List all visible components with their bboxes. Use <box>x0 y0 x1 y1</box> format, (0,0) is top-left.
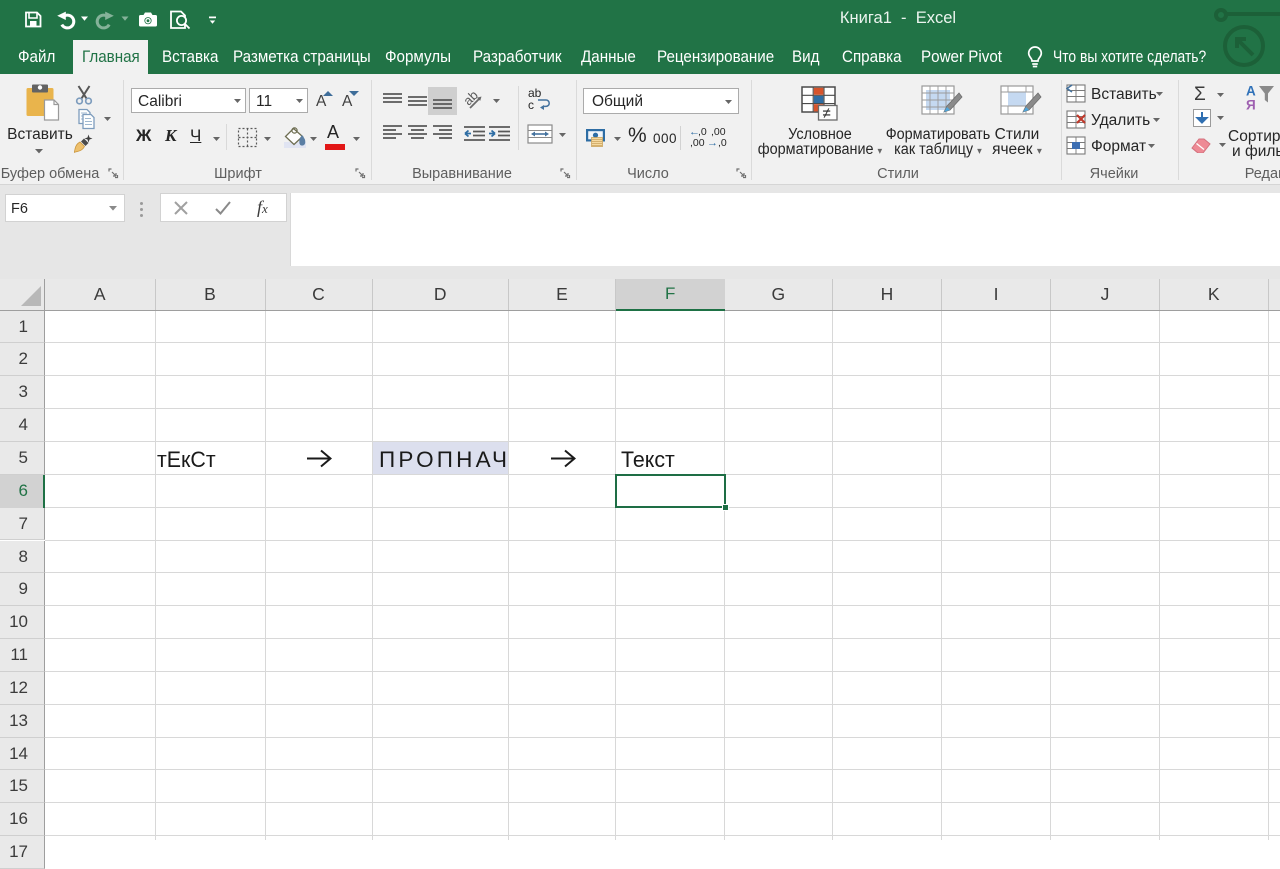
svg-text:А: А <box>1246 84 1256 99</box>
svg-text:,00: ,00 <box>690 137 705 148</box>
svg-text:→: → <box>707 137 718 148</box>
svg-text:Я: Я <box>1246 98 1256 113</box>
svg-text:,0: ,0 <box>718 137 727 148</box>
svg-text:c: c <box>528 98 534 112</box>
svg-text:≠: ≠ <box>823 105 831 122</box>
